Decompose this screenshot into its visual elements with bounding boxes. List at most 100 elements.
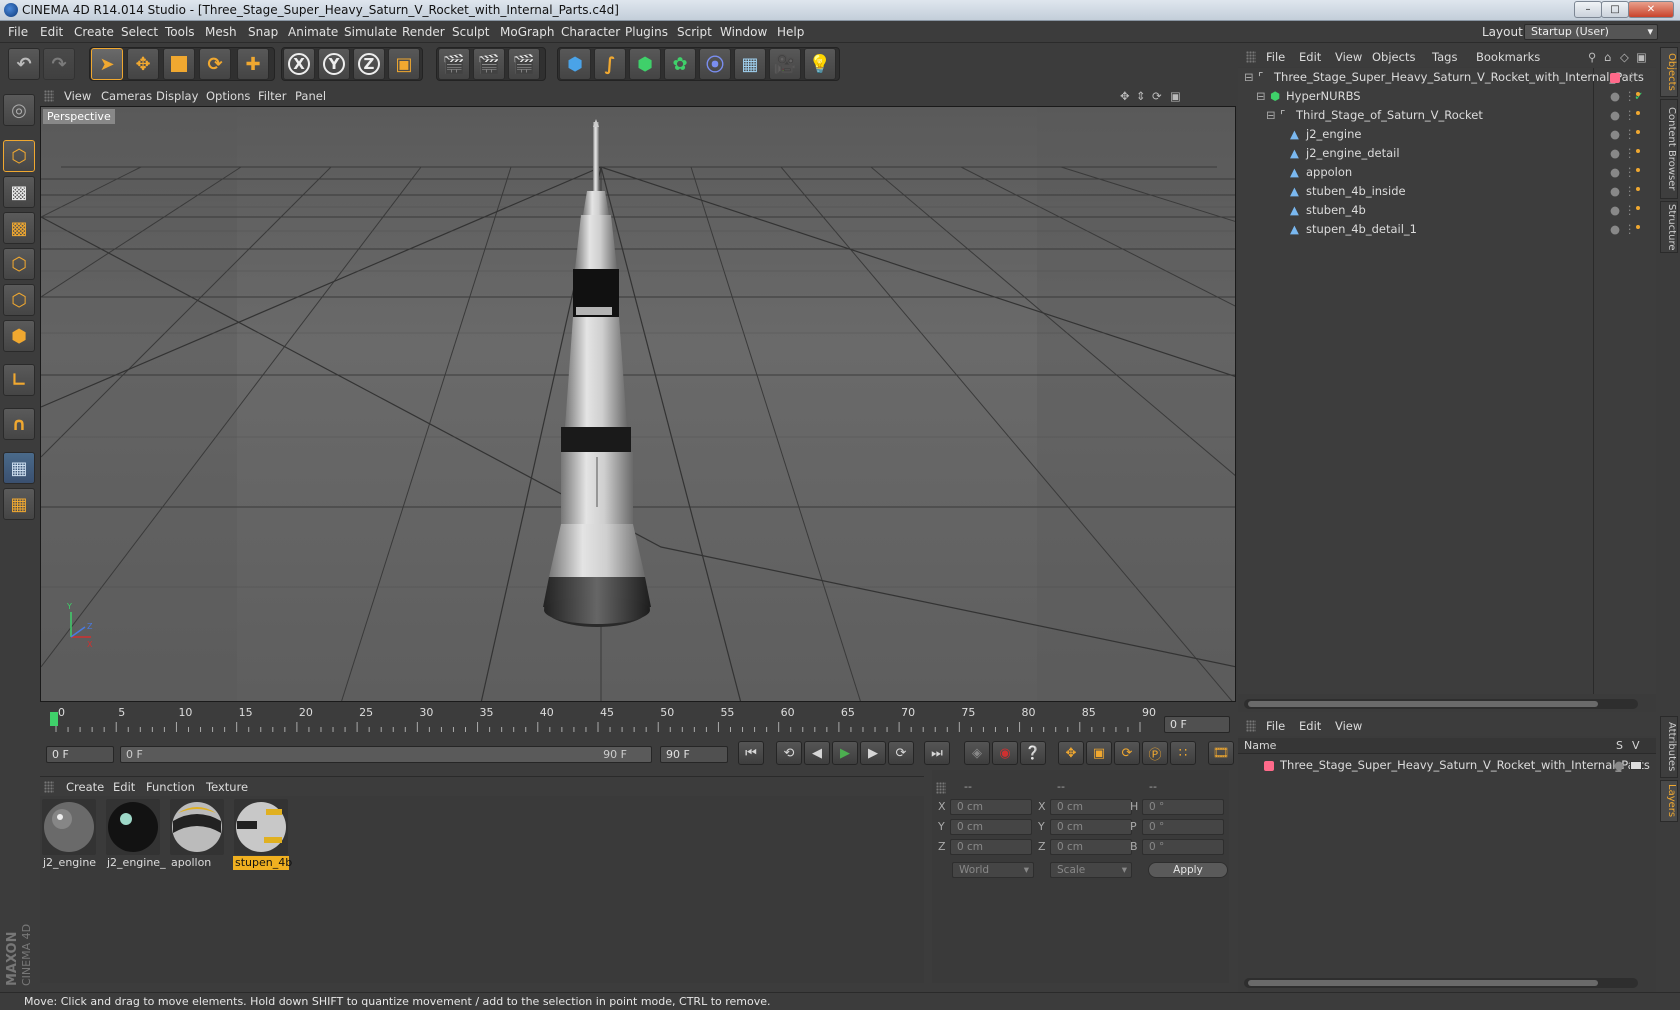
key-position-button[interactable]: ✥ [1058,741,1084,765]
material-menu-texture[interactable]: Texture [206,780,248,794]
autokey-button[interactable]: ◉ [992,741,1018,765]
zoom-view-icon[interactable]: ⇕ [1136,89,1146,103]
grip-handle[interactable] [1246,720,1256,732]
object-row[interactable]: ▲ appolon ● ⋮ [1238,163,1636,182]
object-row[interactable]: ▲ j2_engine_detail ● ⋮ [1238,144,1636,163]
coordinate-system-select[interactable]: World ▾ [952,862,1034,878]
object-menu-file[interactable]: File [1266,50,1285,64]
nurbs-button[interactable]: ⬢ [629,48,661,80]
x-axis-lock-button[interactable]: X [283,48,315,80]
pos-x-field[interactable]: 0 cm [950,799,1032,815]
menu-select[interactable]: Select [121,25,158,39]
collapse-icon[interactable]: ⊟ [1244,68,1254,87]
coordinate-system-button[interactable]: ▣ [388,48,420,80]
material-item[interactable]: j2_engine_ [105,798,166,870]
live-selection-button[interactable]: ➤ [91,48,123,80]
home-icon[interactable]: ⌂ [1604,50,1611,64]
size-y-field[interactable]: 0 cm [1050,819,1132,835]
visibility-dots-icon[interactable]: ⋮ [1624,125,1636,144]
key-rotation-button[interactable]: ⟳ [1114,741,1140,765]
record-keys-button[interactable]: ◈ [964,741,990,765]
collapse-icon[interactable]: ⊟ [1266,106,1276,125]
visibility-dots-icon[interactable]: ⋮ [1624,144,1636,163]
menu-sculpt[interactable]: Sculpt [452,25,489,39]
search-icon[interactable]: ⚲ [1588,50,1596,64]
camera-button[interactable]: 🎥 [769,48,801,80]
visibility-dot-icon[interactable]: ● [1610,125,1620,144]
object-menu-tags[interactable]: Tags [1432,50,1457,64]
pos-z-field[interactable]: 0 cm [950,839,1032,855]
make-editable-button[interactable]: ◎ [3,94,35,126]
layer-row[interactable]: Three_Stage_Super_Heavy_Saturn_V_Rocket_… [1238,756,1656,775]
viewport-menu-options[interactable]: Options [206,89,250,103]
tab-content-browser[interactable]: Content Browser [1660,99,1678,199]
size-mode-select[interactable]: Scale ▾ [1050,862,1132,878]
next-frame-button[interactable]: ▶ [860,741,886,765]
z-axis-lock-button[interactable]: Z [353,48,385,80]
keyframe-selection-button[interactable]: ❔ [1020,741,1046,765]
rot-h-field[interactable]: 0 ° [1142,799,1224,815]
viewport-menu-panel[interactable]: Panel [295,89,326,103]
visibility-dots-icon[interactable]: ⋮ [1624,182,1636,201]
viewport-menu-filter[interactable]: Filter [258,89,286,103]
points-mode-button[interactable]: ⬡ [3,248,35,280]
key-pla-button[interactable]: ∷ [1170,741,1196,765]
viewport-menu-display[interactable]: Display [156,89,198,103]
size-z-field[interactable]: 0 cm [1050,839,1132,855]
redo-button[interactable]: ↷ [43,48,75,80]
menu-script[interactable]: Script [677,25,712,39]
tab-structure[interactable]: Structure [1660,201,1678,253]
material-item[interactable]: j2_engine [41,798,97,870]
grip-handle[interactable] [936,782,946,794]
minimize-button[interactable]: – [1574,1,1602,18]
menu-snap[interactable]: Snap [248,25,278,39]
size-x-field[interactable]: 0 cm [1050,799,1132,815]
perspective-viewport[interactable]: Y Z X Perspective [40,106,1236,702]
menu-tools[interactable]: Tools [165,25,195,39]
menu-create[interactable]: Create [74,25,114,39]
scroll-thumb[interactable] [1248,701,1598,707]
menu-file[interactable]: File [8,25,28,39]
menu-help[interactable]: Help [777,25,804,39]
recent-tool-button[interactable]: ✚ [237,48,269,80]
light-button[interactable]: 💡 [804,48,836,80]
model-mode-button[interactable]: ⬡ [3,140,35,172]
start-frame-field[interactable]: 0 F [46,746,114,763]
visibility-dot-icon[interactable]: ● [1610,163,1620,182]
visibility-dots-icon[interactable]: ⋮ [1624,106,1636,125]
solo-column-header[interactable]: S [1616,738,1623,754]
material-item-selected[interactable]: stupen_4b [233,798,292,870]
name-column-header[interactable]: Name [1244,738,1276,754]
workplane-lock-button[interactable]: ▦ [3,452,35,484]
render-picture-viewer-button[interactable]: 🎬 [473,48,505,80]
floor-button[interactable]: ▦ [734,48,766,80]
menu-character[interactable]: Character [561,25,620,39]
planar-workplane-button[interactable]: ▦ [3,488,35,520]
pos-y-field[interactable]: 0 cm [950,819,1032,835]
object-row[interactable]: ▲ j2_engine ● ⋮ [1238,125,1636,144]
filter-icon[interactable]: ◇ [1620,50,1629,64]
visibility-dot-icon[interactable]: ● [1610,87,1620,106]
next-keyframe-button[interactable]: ⟳ [888,741,914,765]
visible-column-header[interactable]: V [1632,738,1640,754]
visibility-dot-icon[interactable]: ● [1610,144,1620,163]
visibility-dots-icon[interactable]: ⋮ [1624,220,1636,239]
collapse-icon[interactable]: ⊟ [1256,87,1266,106]
scale-tool-button[interactable] [163,48,195,80]
object-row[interactable]: ⊟ ⌜ Three_Stage_Super_Heavy_Saturn_V_Roc… [1238,68,1644,87]
end-frame-field[interactable]: 90 F [660,746,728,763]
menu-edit[interactable]: Edit [40,25,63,39]
object-row[interactable]: ⊟ ⌜ Third_Stage_of_Saturn_V_Rocket ● ⋮ [1238,106,1636,125]
rotate-view-icon[interactable]: ⟳ [1152,89,1162,103]
menu-window[interactable]: Window [720,25,767,39]
new-window-icon[interactable]: ▣ [1636,50,1647,64]
preview-range-slider[interactable]: 0 F 90 F [120,746,652,763]
go-to-start-button[interactable]: ⏮ [738,741,764,765]
visibility-dot-icon[interactable]: ● [1610,220,1620,239]
menu-plugins[interactable]: Plugins [625,25,668,39]
visibility-dots-icon[interactable]: ⋮ [1624,163,1636,182]
tab-objects[interactable]: Objects [1660,47,1678,97]
object-menu-objects[interactable]: Objects [1372,50,1415,64]
object-menu-edit[interactable]: Edit [1299,50,1321,64]
texture-mode-button[interactable]: ▩ [3,176,35,208]
